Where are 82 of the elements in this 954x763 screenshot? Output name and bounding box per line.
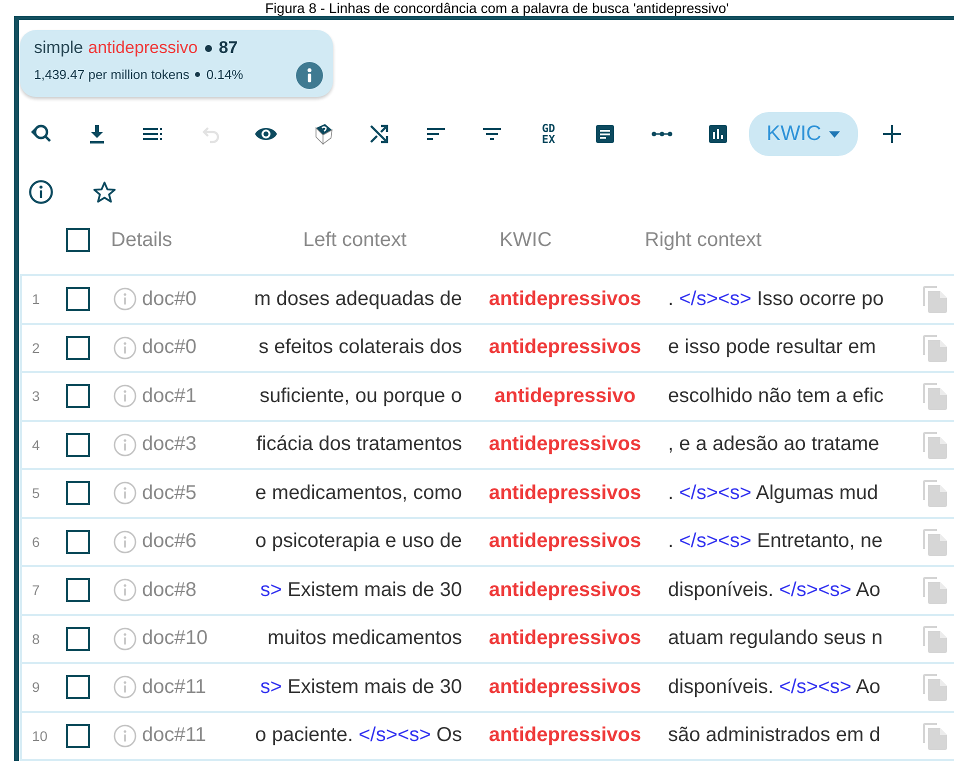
keyword-in-context[interactable]: antidepressivos bbox=[488, 530, 642, 554]
row-checkbox[interactable] bbox=[66, 384, 90, 408]
info-icon[interactable] bbox=[28, 179, 54, 205]
left-context: s efeitos colaterais dos bbox=[258, 336, 462, 360]
document-link[interactable]: doc#6 bbox=[142, 530, 222, 554]
keyword-in-context[interactable]: antidepressivos bbox=[488, 676, 642, 699]
row-checkbox[interactable] bbox=[66, 287, 90, 312]
right-context: atuam regulando seus n bbox=[667, 627, 884, 650]
left-context: muitos medicamentos bbox=[267, 627, 462, 650]
keyword-in-context[interactable]: antidepressivos bbox=[488, 724, 642, 748]
row-checkbox[interactable] bbox=[66, 626, 90, 651]
column-header: Left context bbox=[303, 228, 407, 252]
keyword-in-context[interactable]: antidepressivos bbox=[488, 482, 642, 505]
column-header: Right context bbox=[644, 228, 762, 252]
document-link[interactable]: doc#11 bbox=[142, 724, 222, 748]
row-checkbox[interactable] bbox=[66, 675, 90, 700]
keyword-in-context[interactable]: antidepressivo bbox=[494, 384, 636, 408]
document-link[interactable]: doc#11 bbox=[142, 676, 222, 699]
keyword-in-context[interactable]: antidepressivos bbox=[488, 336, 642, 360]
keyword-in-context[interactable]: antidepressivos bbox=[488, 627, 642, 650]
left-context: ficácia dos tratamentos bbox=[256, 433, 462, 456]
right-context: escolhido não tem a efic bbox=[667, 384, 885, 408]
line-number: 8 bbox=[31, 630, 41, 647]
column-header: KWIC bbox=[500, 228, 552, 252]
line-number: 6 bbox=[31, 534, 41, 550]
star-icon[interactable] bbox=[92, 180, 117, 204]
left-context: suficiente, ou porque o bbox=[260, 384, 462, 408]
view-dropdown-button[interactable]: KWIC bbox=[748, 112, 858, 156]
document-link[interactable]: doc#3 bbox=[142, 433, 222, 456]
separator-dot-icon bbox=[204, 44, 212, 52]
query-term: antidepressivo bbox=[88, 38, 198, 58]
percent-text: 0.14% bbox=[206, 67, 244, 82]
line-number: 7 bbox=[31, 582, 41, 598]
row-checkbox[interactable] bbox=[66, 481, 90, 506]
row-checkbox[interactable] bbox=[66, 530, 90, 554]
keyword-in-context[interactable]: antidepressivos bbox=[488, 288, 642, 311]
document-link[interactable]: doc#8 bbox=[142, 578, 222, 602]
left-context: s> Existem mais de 30 bbox=[260, 676, 462, 699]
column-header: Details bbox=[111, 228, 172, 252]
row-checkbox[interactable] bbox=[66, 724, 90, 748]
gdex-button[interactable]: GD EX bbox=[536, 123, 560, 145]
right-context: e isso pode resultar em bbox=[667, 336, 877, 360]
left-context: e medicamentos, como bbox=[255, 482, 462, 505]
right-context: disponíveis. </s><s> Ao bbox=[667, 676, 882, 699]
line-number: 1 bbox=[31, 291, 41, 308]
info-icon[interactable] bbox=[296, 62, 323, 89]
document-icon[interactable] bbox=[593, 122, 617, 146]
left-context: s> Existem mais de 30 bbox=[260, 578, 462, 602]
right-context: disponíveis. </s><s> Ao bbox=[667, 578, 882, 602]
document-link[interactable]: doc#0 bbox=[142, 336, 222, 360]
right-context: . </s><s> Entretanto, ne bbox=[667, 530, 884, 554]
keyword-in-context[interactable]: antidepressivos bbox=[488, 578, 642, 602]
line-number: 9 bbox=[31, 679, 41, 696]
line-number: 3 bbox=[31, 388, 41, 404]
document-link[interactable]: doc#1 bbox=[142, 384, 222, 408]
left-context: o psicoterapia e uso de bbox=[255, 530, 462, 554]
row-checkbox[interactable] bbox=[66, 578, 90, 602]
left-context: o paciente. </s><s> Os bbox=[255, 724, 462, 748]
shuffle-icon[interactable] bbox=[367, 122, 391, 146]
document-link[interactable]: doc#5 bbox=[142, 482, 222, 505]
bar-chart-icon[interactable] bbox=[706, 122, 730, 146]
caret-icon bbox=[829, 130, 840, 138]
document-link[interactable]: doc#10 bbox=[142, 627, 222, 650]
line-number: 2 bbox=[31, 340, 41, 356]
query-type: simple bbox=[34, 38, 84, 58]
left-context: m doses adequadas de bbox=[254, 288, 462, 311]
row-checkbox[interactable] bbox=[66, 432, 90, 457]
select-all-checkbox[interactable] bbox=[66, 228, 90, 252]
right-context: . </s><s> Algumas mud bbox=[667, 482, 880, 505]
frequency-text: 1,439.47 per million tokens bbox=[34, 67, 190, 82]
line-number: 10 bbox=[31, 728, 49, 744]
right-context: são administrados em d bbox=[667, 724, 882, 748]
right-context: . </s><s> Isso ocorre po bbox=[667, 288, 885, 311]
document-link[interactable]: doc#0 bbox=[142, 288, 222, 311]
separator-dot-icon bbox=[195, 72, 200, 77]
line-number: 4 bbox=[31, 436, 41, 453]
keyword-in-context[interactable]: antidepressivos bbox=[488, 433, 642, 456]
hit-count: 87 bbox=[218, 38, 238, 58]
right-context: , e a adesão ao tratame bbox=[667, 433, 880, 456]
figure-caption: Figura 8 - Linhas de concordância com a palavra de busca 'antidepressivo' bbox=[264, 0, 730, 16]
line-number: 5 bbox=[31, 485, 41, 502]
row-checkbox[interactable] bbox=[66, 336, 90, 360]
